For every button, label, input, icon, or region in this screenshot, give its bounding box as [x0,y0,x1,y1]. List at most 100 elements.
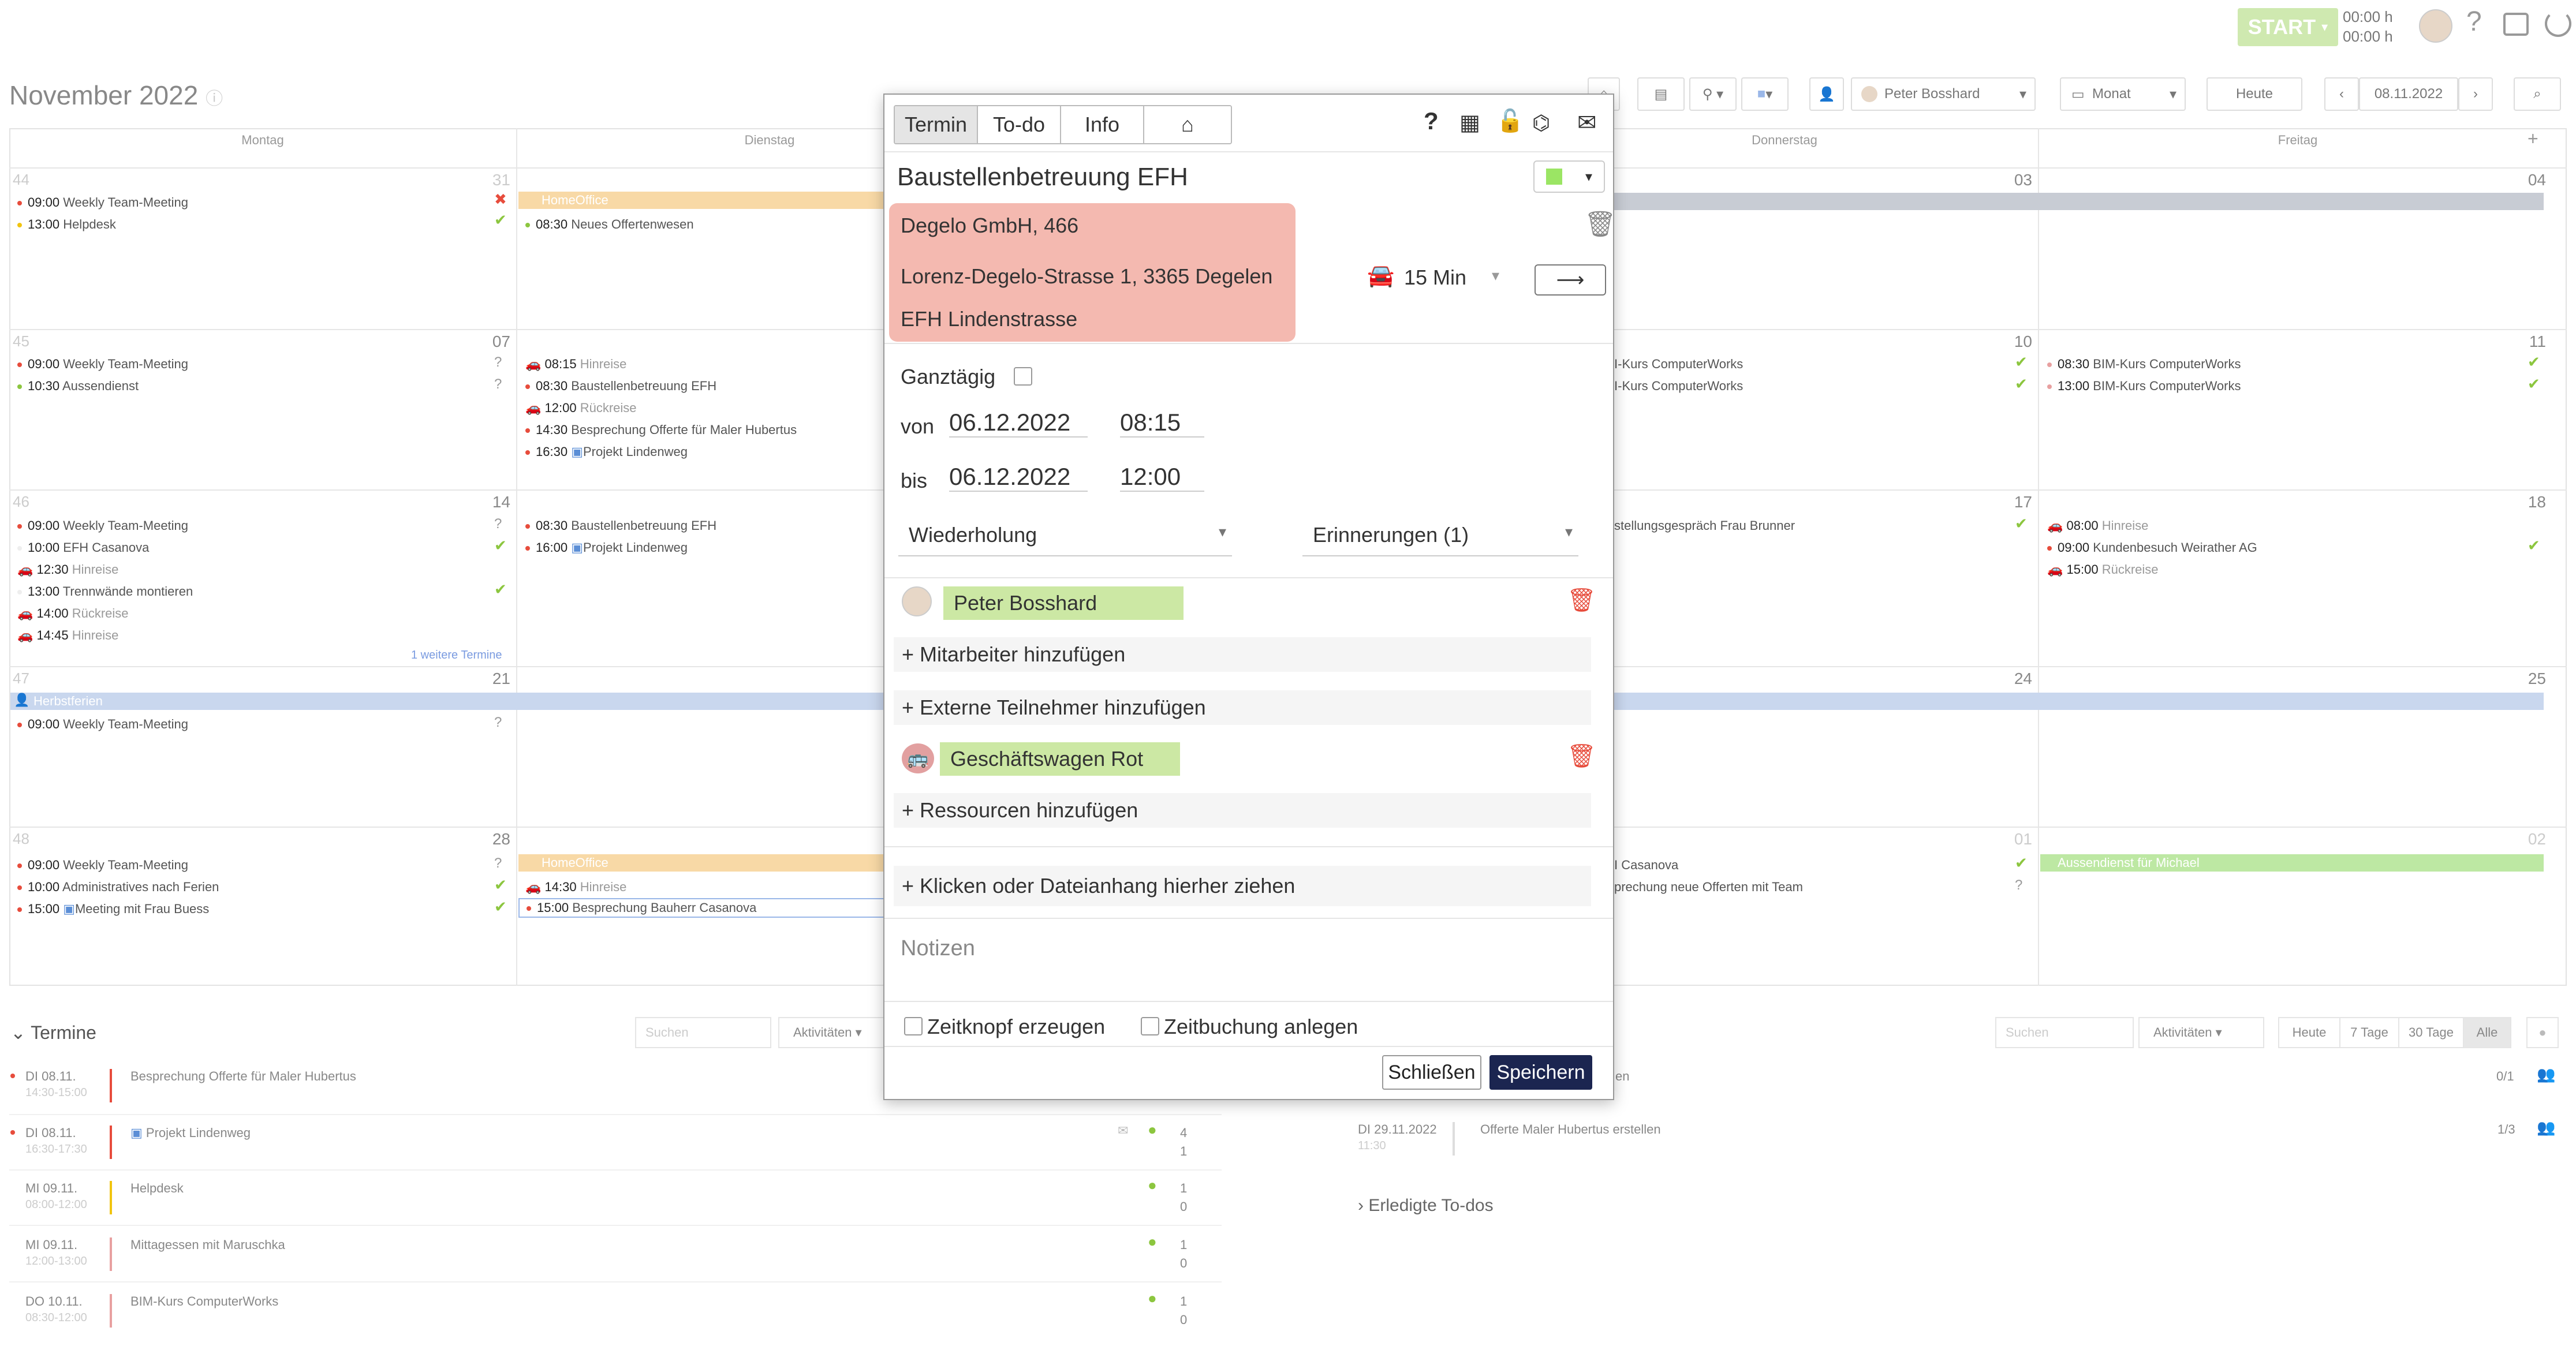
calendar-event[interactable]: 🚗 14:30 Hinreise [525,880,626,895]
calendar-event[interactable]: 🚗 15:00 Rückreise [2047,562,2159,577]
reminders-select[interactable]: Erinnerungen (1) ▾ [1302,523,1578,556]
field-service-bar[interactable]: Aussendienst für Michael [2040,854,2544,872]
repeat-select[interactable]: Wiederholung ▾ [898,523,1232,556]
calendar-check-icon[interactable]: ▦ [1459,110,1480,136]
from-time-input[interactable]: 08:15 [1120,409,1204,438]
help-icon[interactable]: ? [2466,6,2482,38]
range-today[interactable]: Heute [2279,1018,2340,1047]
calendar-event[interactable]: I-Kurs ComputerWorks [1614,379,1743,394]
vacation-bar[interactable]: Herbstferien [10,693,888,710]
termine-header[interactable]: ⌄ Termine [10,1022,96,1044]
calendar-event[interactable]: 08:30 Neues Offertenwesen [525,217,694,232]
person-icon[interactable]: 👤 [1809,77,1844,111]
tab-todo[interactable]: To-do [978,106,1061,143]
calendar-event[interactable]: 10:00 EFH Casanova [17,540,149,555]
tab-info[interactable]: Info [1061,106,1144,143]
search-icon[interactable]: ⌕ [2514,77,2561,111]
more-events-link[interactable]: 1 weitere Termine [411,649,502,662]
calendar-event[interactable]: I Casanova [1614,858,1678,873]
vacation-bar-continued[interactable] [1614,693,2544,710]
calendar-event[interactable]: 10:00 Administratives nach Ferien [17,880,219,895]
calendar-event[interactable]: 08:30 Baustellenbetreuung EFH [525,518,716,533]
todo-item-text[interactable]: en [1615,1069,1629,1084]
share-icon[interactable] [2503,13,2529,36]
settings-icon[interactable]: ● [2526,1017,2559,1048]
calendar-event[interactable]: 09:00 Weekly Team-Meeting [17,717,188,732]
next-button[interactable]: › [2458,77,2493,111]
calendar-event[interactable]: 16:00 ▣Projekt Lindenweg [525,540,688,555]
add-resource-button[interactable]: + Ressourcen hinzufügen [894,793,1591,828]
today-button[interactable]: Heute [2207,77,2302,111]
calendar-event[interactable]: 13:00 Helpdesk [17,217,116,232]
calendar-event[interactable]: I-Kurs ComputerWorks [1614,357,1743,372]
attachment-dropzone[interactable]: + Klicken oder Dateianhang hierher ziehe… [894,866,1591,906]
start-timer-button[interactable]: START ▾ [2238,8,2338,46]
from-date-input[interactable]: 06.12.2022 [949,409,1088,438]
glasses-icon[interactable]: ⌬ [1532,111,1550,135]
trash-icon[interactable]: 🗑 [1584,209,1616,239]
home-icon[interactable]: ⌂ [1144,106,1231,143]
route-arrow-button[interactable]: ⟶ [1535,264,1606,296]
date-field[interactable]: 08.11.2022 [2359,77,2458,111]
timer-checkbox[interactable] [904,1017,923,1035]
calendar-event[interactable]: stellungsgespräch Frau Brunner [1614,518,1795,533]
calendar-event[interactable]: 🚗 12:00 Rückreise [525,401,637,416]
chevron-down-icon[interactable]: ▾ [1492,267,1499,285]
add-employee-button[interactable]: + Mitarbeiter hinzufügen [894,637,1591,672]
calendar-event[interactable]: prechung neue Offerten mit Team [1614,880,1803,895]
homeoffice-bar[interactable]: HomeOffice [518,192,886,209]
termine-search-input[interactable]: Suchen [635,1017,771,1048]
calendar-event[interactable]: 🚗 14:00 Rückreise [17,606,129,621]
trash-icon[interactable]: 🗑 [1567,742,1596,769]
calendar-event[interactable]: 10:30 Aussendienst [17,379,139,394]
user-select[interactable]: Peter Bosshard ▾ [1851,77,2036,111]
todo-filter-select[interactable]: Aktivitäten ▾ [2138,1017,2264,1048]
notes-input[interactable]: Notizen [901,936,975,961]
calendar-event[interactable]: 🚗 12:30 Hinreise [17,562,118,577]
help-icon[interactable]: ? [1424,107,1439,135]
multi-day-bar[interactable] [1614,193,2544,210]
calendar-event[interactable]: 09:00 Weekly Team-Meeting [17,357,188,372]
info-icon[interactable]: ⓘ [206,89,223,109]
close-button[interactable]: Schließen [1382,1055,1481,1090]
range-7-days[interactable]: 7 Tage [2340,1018,2399,1047]
to-time-input[interactable]: 12:00 [1120,463,1204,492]
calendar-event[interactable]: 09:00 Kundenbesuch Weirather AG [2047,540,2257,555]
allday-checkbox[interactable] [1014,367,1032,386]
resource-chip[interactable]: Geschäftswagen Rot [940,742,1180,776]
tab-termin[interactable]: Termin [895,106,978,143]
calendar-event[interactable]: 🚗 14:45 Hinreise [17,628,118,643]
layout-button[interactable]: ▤ [1637,77,1685,111]
calendar-event-selected[interactable]: 15:00 Besprechung Bauherr Casanova [518,898,886,918]
calendar-event[interactable]: 15:00 ▣Meeting mit Frau Buess [17,902,209,917]
calendar-event[interactable]: 09:00 Weekly Team-Meeting [17,195,188,210]
range-30-days[interactable]: 30 Tage [2399,1018,2464,1047]
calendar-event[interactable]: 13:00 Trennwände montieren [17,584,193,599]
save-button[interactable]: Speichern [1489,1055,1592,1090]
calendar-event[interactable]: 16:30 ▣Projekt Lindenweg [525,444,688,459]
range-all[interactable]: Alle [2464,1018,2510,1047]
power-icon[interactable] [2545,10,2571,37]
calendar-event[interactable]: 14:30 Besprechung Offerte für Maler Hube… [525,423,797,438]
to-date-input[interactable]: 06.12.2022 [949,463,1088,492]
filter-button[interactable]: ⚲ ▾ [1689,77,1737,111]
calendar-event[interactable]: 08:30 BIM-Kurs ComputerWorks [2047,357,2241,372]
add-icon[interactable]: + [2528,128,2538,149]
booking-checkbox[interactable] [1141,1017,1159,1035]
add-external-button[interactable]: + Externe Teilnehmer hinzufügen [894,690,1591,725]
travel-time[interactable]: 15 Min [1404,266,1466,290]
prev-button[interactable]: ‹ [2324,77,2359,111]
calendar-event[interactable]: 🚗 08:00 Hinreise [2047,518,2148,533]
homeoffice-bar[interactable]: HomeOffice [518,854,886,872]
trash-icon[interactable]: 🗑 [1567,586,1596,614]
participant-chip[interactable]: Peter Bosshard [943,586,1184,620]
termine-filter-select[interactable]: Aktivitäten ▾ [778,1017,884,1048]
todo-search-input[interactable]: Suchen [1995,1017,2134,1048]
calendar-event[interactable]: 08:30 Baustellenbetreuung EFH [525,379,716,394]
calendar-event[interactable]: 🚗 08:15 Hinreise [525,357,626,372]
view-select[interactable]: ▭ Monat ▾ [2060,77,2186,111]
appointment-title[interactable]: Baustellenbetreuung EFH [897,163,1188,192]
calendar-event[interactable]: 13:00 BIM-Kurs ComputerWorks [2047,379,2241,394]
color-filter-button[interactable]: ■ ▾ [1741,77,1789,111]
calendar-event[interactable]: 09:00 Weekly Team-Meeting [17,858,188,873]
